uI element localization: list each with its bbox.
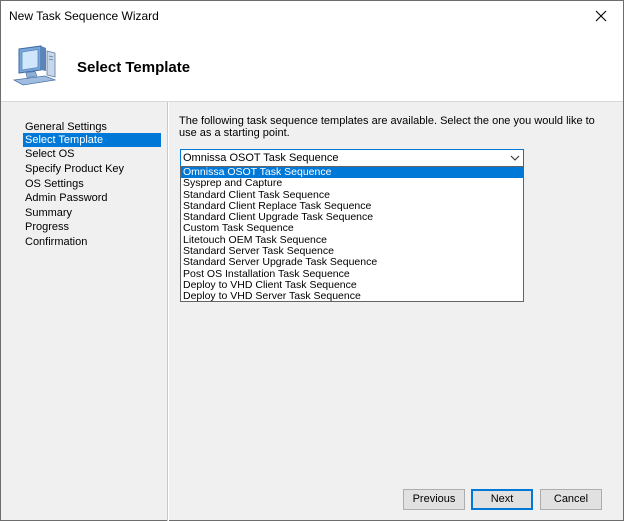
nav-item-select-os[interactable]: Select OS	[23, 147, 161, 161]
window-title: New Task Sequence Wizard	[9, 9, 159, 23]
close-icon	[595, 10, 607, 21]
wizard-window: New Task Sequence Wizard Select Template…	[0, 0, 624, 521]
previous-button[interactable]: Previous	[403, 489, 465, 510]
nav-item-select-template[interactable]: Select Template	[23, 133, 161, 147]
template-option-deploy-vhd-server[interactable]: Deploy to VHD Server Task Sequence	[181, 290, 523, 302]
nav-item-confirmation[interactable]: Confirmation	[23, 235, 161, 249]
next-button[interactable]: Next	[471, 489, 533, 510]
wizard-steps-nav: General Settings Select Template Select …	[1, 102, 168, 521]
nav-item-summary[interactable]: Summary	[23, 206, 161, 220]
content-panel: The following task sequence templates ar…	[169, 102, 623, 521]
nav-item-progress[interactable]: Progress	[23, 220, 161, 234]
nav-item-specify-product-key[interactable]: Specify Product Key	[23, 162, 161, 176]
computer-icon	[12, 45, 57, 86]
close-button[interactable]	[579, 1, 623, 30]
template-combobox[interactable]: Omnissa OSOT Task Sequence	[180, 149, 524, 167]
nav-item-general-settings[interactable]: General Settings	[23, 120, 161, 134]
template-option-standard-server-upgrade[interactable]: Standard Server Upgrade Task Sequence	[181, 257, 523, 269]
combobox-value: Omnissa OSOT Task Sequence	[183, 152, 339, 164]
title-bar: New Task Sequence Wizard	[1, 1, 623, 31]
template-option-sysprep-capture[interactable]: Sysprep and Capture	[181, 177, 523, 189]
instructions-text: The following task sequence templates ar…	[179, 115, 595, 139]
wizard-body: General Settings Select Template Select …	[1, 101, 623, 521]
page-title: Select Template	[77, 59, 191, 76]
cancel-button[interactable]: Cancel	[540, 489, 602, 510]
template-dropdown-list[interactable]: Omnissa OSOT Task Sequence Sysprep and C…	[180, 166, 524, 302]
nav-item-os-settings[interactable]: OS Settings	[23, 177, 161, 191]
wizard-header: Select Template	[1, 31, 623, 101]
nav-item-admin-password[interactable]: Admin Password	[23, 191, 161, 205]
chevron-down-icon	[510, 155, 520, 161]
